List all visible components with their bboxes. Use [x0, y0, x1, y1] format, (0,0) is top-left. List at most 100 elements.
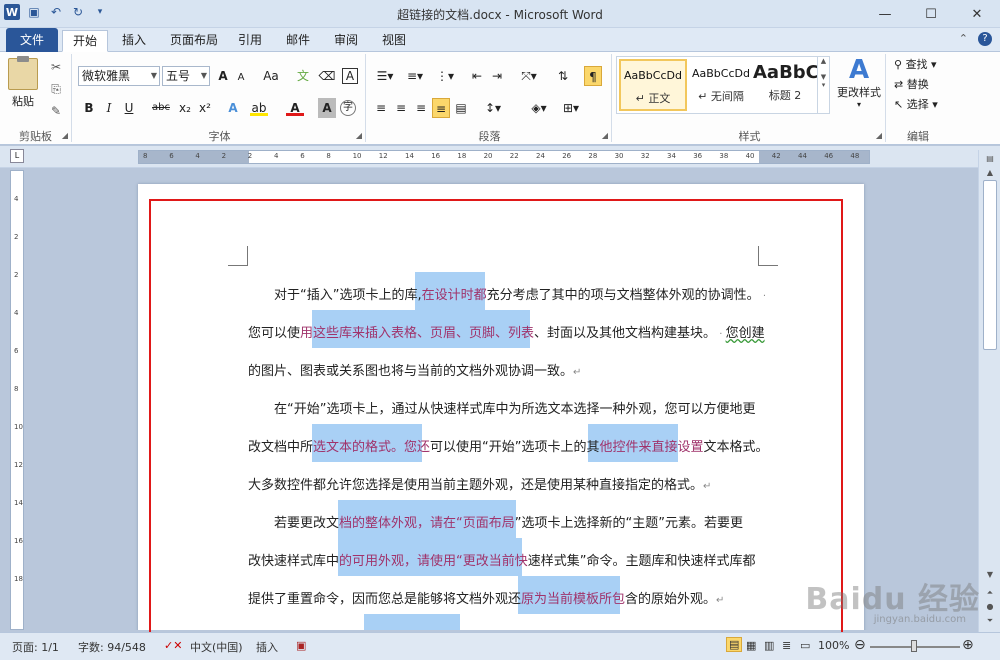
zoom-slider-handle[interactable] [911, 640, 917, 652]
shrink-font-button[interactable]: A [232, 68, 250, 88]
style-normal[interactable]: AaBbCcDd ↵ 正文 [619, 59, 687, 111]
line-spacing-icon[interactable]: ↕▾ [480, 98, 506, 118]
scroll-up-icon[interactable]: ▲ [983, 168, 997, 180]
enclose-char-icon[interactable]: 字 [340, 100, 356, 116]
shading-icon[interactable]: ◈▾ [526, 98, 552, 118]
copy-icon[interactable]: ⎘ [48, 82, 64, 98]
scroll-thumb[interactable] [983, 180, 997, 350]
zoom-out-icon[interactable]: ⊖ [854, 637, 866, 653]
select-button[interactable]: ↖ 选择 ▾ [894, 96, 938, 112]
browse-object-icon[interactable]: ● [983, 602, 997, 614]
tab-insert[interactable]: 插入 [112, 30, 156, 52]
style-heading-2[interactable]: AaBbC 标题 2 [753, 59, 817, 111]
minimize-ribbon-icon[interactable]: ⌃ [959, 32, 968, 46]
hyperlink[interactable]: 原为当前模板所包 [521, 592, 625, 607]
outline-view-icon[interactable]: ≣ [782, 639, 791, 652]
tab-references[interactable]: 引用 [228, 30, 272, 52]
replace-button[interactable]: ⇄ 替换 [894, 76, 929, 92]
insert-mode[interactable]: 插入 [256, 639, 278, 655]
align-left-icon[interactable]: ≡ [372, 98, 390, 118]
distributed-icon[interactable]: ▤ [452, 98, 470, 118]
word-count[interactable]: 字数: 94/548 [78, 639, 146, 655]
hyperlink[interactable]: 档的整体外观，请在“页面布局 [339, 516, 515, 531]
align-right-icon[interactable]: ≡ [412, 98, 430, 118]
macro-record-icon[interactable]: ▣ [296, 639, 306, 652]
highlight-color-icon[interactable]: ab [250, 98, 268, 116]
hyperlink[interactable]: 用这些库来插入表格、页眉、页脚、列表 [300, 326, 534, 341]
font-color-icon[interactable]: A [286, 98, 304, 116]
borders-icon[interactable]: ⊞▾ [558, 98, 584, 118]
crop-mark [758, 246, 778, 266]
chinese-layout-icon[interactable]: ⤧▾ [516, 66, 542, 86]
web-layout-view-icon[interactable]: ▥ [764, 639, 774, 652]
subscript-button[interactable]: x₂ [176, 98, 194, 118]
hyperlink[interactable]: 的可用外观，请使用“更改当前快 [339, 554, 528, 569]
paragraph-launcher-icon[interactable]: ◢ [602, 131, 608, 140]
styles-launcher-icon[interactable]: ◢ [876, 131, 882, 140]
paste-button[interactable]: 粘贴 [6, 56, 40, 109]
zoom-level[interactable]: 100% [818, 639, 849, 652]
tab-review[interactable]: 审阅 [324, 30, 368, 52]
vertical-ruler[interactable]: 4 2 2 4 6 8 10 12 14 16 18 [10, 170, 24, 630]
font-name-dropdown[interactable]: 微软雅黑 ▼ [78, 66, 160, 86]
char-shading-icon[interactable]: A [318, 98, 336, 118]
format-painter-icon[interactable]: ✎ [48, 104, 64, 120]
grow-font-button[interactable]: A [214, 66, 232, 86]
close-button[interactable]: ✕ [954, 0, 1000, 28]
char-border-button[interactable]: A [342, 68, 358, 84]
gallery-scroll[interactable]: ▲ ▼ ▾ [817, 57, 829, 113]
italic-button[interactable]: I [100, 98, 118, 118]
tab-home[interactable]: 开始 [62, 30, 109, 52]
styles-gallery: AaBbCcDd ↵ 正文 AaBbCcDd ↵ 无间隔 AaBbC 标题 2 … [616, 56, 830, 114]
find-button[interactable]: ⚲ 查找 ▾ [894, 56, 937, 72]
underline-button[interactable]: U [120, 98, 138, 118]
maximize-button[interactable]: ☐ [908, 0, 954, 28]
show-marks-icon[interactable]: ¶ [584, 66, 602, 86]
document-page[interactable]: 对于“插入”选项卡上的库,在设计时都充分考虑了其中的项与文档整体外观的协调性。 … [138, 184, 864, 630]
bullets-icon[interactable]: ☰▾ [372, 66, 398, 86]
full-screen-view-icon[interactable]: ▦ [746, 639, 756, 652]
cut-icon[interactable]: ✂ [48, 60, 64, 76]
font-size-dropdown[interactable]: 五号 ▼ [162, 66, 210, 86]
change-styles-button[interactable]: A 更改样式 ▾ [834, 56, 884, 109]
sort-icon[interactable]: ⇅ [554, 66, 572, 86]
decrease-indent-icon[interactable]: ⇤ [468, 66, 486, 86]
bold-button[interactable]: B [80, 98, 98, 118]
text-effects-icon[interactable]: A [224, 98, 242, 118]
tab-page-layout[interactable]: 页面布局 [160, 30, 228, 52]
numbering-icon[interactable]: ≡▾ [402, 66, 428, 86]
vertical-scrollbar[interactable]: ▤ ▲ ▼ ⏶ ● ⏷ [978, 150, 1000, 632]
scroll-down-icon[interactable]: ▼ [983, 570, 997, 582]
multilevel-list-icon[interactable]: ⋮▾ [432, 66, 458, 86]
strikethrough-button[interactable]: abc [150, 98, 172, 118]
clear-formatting-icon[interactable]: ⌫ [318, 66, 336, 86]
zoom-in-icon[interactable]: ⊕ [962, 637, 974, 653]
proofing-icon[interactable]: ✓✕ [164, 639, 182, 652]
minimize-button[interactable]: — [862, 0, 908, 28]
hyperlink[interactable]: 选文本的格式。您还 [313, 440, 430, 455]
help-icon[interactable]: ? [978, 32, 992, 46]
phonetic-guide-icon[interactable]: 文 [294, 66, 312, 86]
hyperlink[interactable]: 他控件来直接设置 [600, 440, 704, 455]
prev-page-icon[interactable]: ⏶ [983, 588, 997, 600]
justify-icon[interactable]: ≡ [432, 98, 450, 118]
superscript-button[interactable]: x² [196, 98, 214, 118]
clipboard-launcher-icon[interactable]: ◢ [62, 131, 68, 140]
increase-indent-icon[interactable]: ⇥ [488, 66, 506, 86]
horizontal-ruler[interactable]: 8 6 4 2 2 4 6 8 10 12 14 16 18 20 22 24 26 28 30 32 34 36 38 40… [138, 150, 870, 164]
draft-view-icon[interactable]: ▭ [800, 639, 810, 652]
language-indicator[interactable]: 中文(中国) [190, 639, 243, 655]
tab-view[interactable]: 视图 [372, 30, 416, 52]
tab-selector-icon[interactable]: L [10, 149, 24, 163]
next-page-icon[interactable]: ⏷ [983, 616, 997, 628]
tab-mailings[interactable]: 邮件 [276, 30, 320, 52]
print-layout-view-icon[interactable]: ▤ [726, 637, 743, 652]
hyperlink[interactable]: 在设计时都 [422, 288, 487, 303]
style-no-spacing[interactable]: AaBbCcDd ↵ 无间隔 [687, 59, 755, 111]
font-launcher-icon[interactable]: ◢ [356, 131, 362, 140]
page-indicator[interactable]: 页面: 1/1 [12, 639, 59, 655]
change-case-button[interactable]: Aa [258, 66, 284, 86]
ruler-toggle-icon[interactable]: ▤ [983, 154, 997, 166]
align-center-icon[interactable]: ≡ [392, 98, 410, 118]
tab-file[interactable]: 文件 [6, 28, 59, 52]
